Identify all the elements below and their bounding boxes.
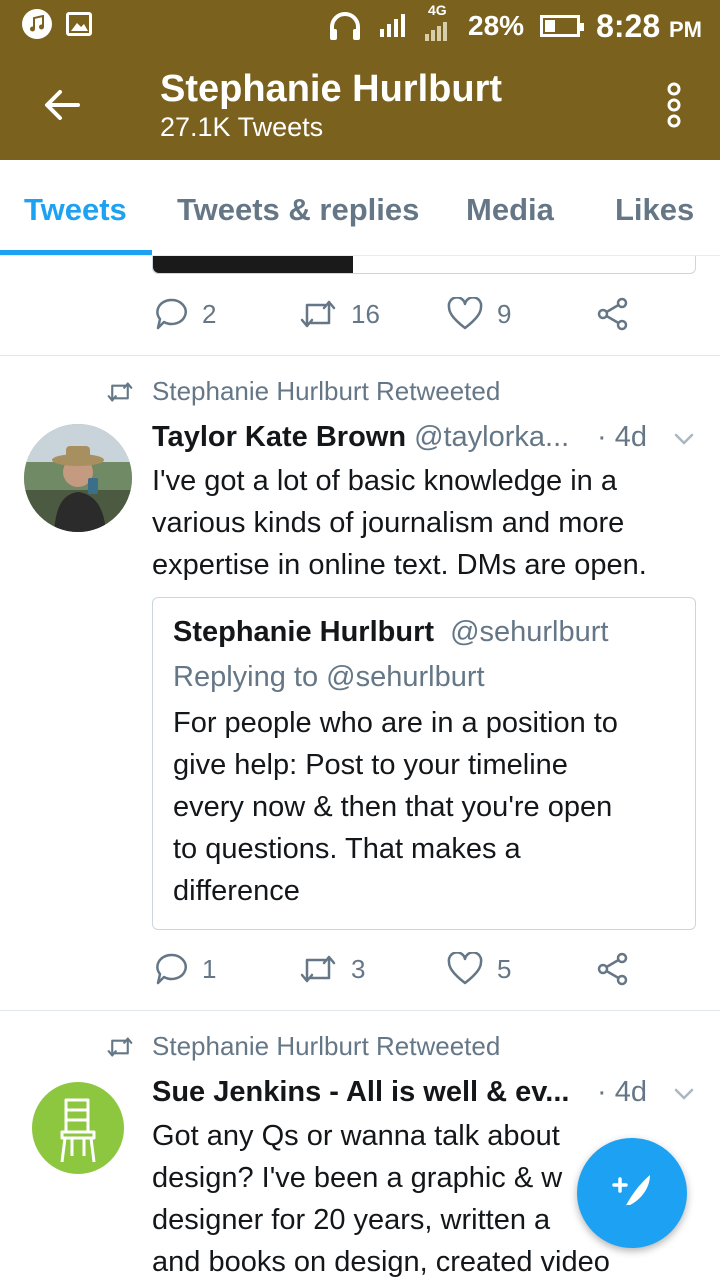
share-button[interactable] [596, 297, 630, 331]
quoted-text-line: difference [173, 875, 300, 907]
back-button[interactable] [38, 80, 88, 130]
like-icon [447, 952, 483, 985]
retweet-icon [300, 955, 336, 983]
tweet-media-preview[interactable] [152, 256, 696, 274]
compose-tweet-button[interactable] [577, 1138, 687, 1248]
battery-fill [545, 20, 555, 32]
tweet-text-line: I've got a lot of basic knowledge in a [152, 465, 617, 497]
reply-button[interactable]: 1 [154, 952, 216, 986]
retweet-count: 3 [351, 953, 366, 984]
status-bar: 4G 28% 8:28 PM [0, 0, 720, 50]
tweet-text: I've got a lot of basic knowledge in a v… [152, 460, 700, 586]
quoted-text-line: to questions. That makes a [173, 833, 521, 865]
like-count: 9 [497, 298, 512, 329]
image-icon [66, 12, 92, 36]
author-handle[interactable]: @taylorka... [414, 421, 569, 454]
tweet-header: Taylor Kate Brown @taylorka... · 4d [152, 421, 700, 454]
retweeted-by: Stephanie Hurlburt Retweeted [106, 1031, 500, 1062]
battery-percent: 28% [468, 10, 525, 41]
retweeted-by: Stephanie Hurlburt Retweeted [106, 376, 500, 407]
clock-ampm: PM [669, 16, 702, 42]
more-vertical-icon [667, 82, 681, 128]
tweet-time: · 4d [597, 1076, 647, 1108]
replying-to: Replying to @sehurlburt [173, 661, 485, 693]
clock: 8:28 PM [596, 8, 702, 45]
like-button[interactable]: 5 [447, 952, 511, 986]
tweet-divider [0, 1010, 720, 1011]
headphones-icon [330, 12, 361, 40]
compose-icon [612, 1175, 650, 1213]
author-name[interactable]: Sue Jenkins - All is well & ev... [152, 1076, 569, 1109]
avatar[interactable] [32, 1082, 124, 1174]
retweet-small-icon [107, 1036, 133, 1057]
like-icon [447, 297, 483, 330]
chevron-down-icon[interactable] [672, 427, 696, 451]
tab-tweets-replies[interactable]: Tweets & replies [177, 192, 419, 228]
tweet-divider [0, 355, 720, 356]
tweet-text-line: expertise in online text. DMs are open. [152, 549, 647, 581]
status-right: 4G 28% 8:28 PM [328, 2, 702, 46]
tweet-text-line: and books on design, created video [152, 1246, 610, 1278]
author-name[interactable]: Taylor Kate Brown [152, 421, 406, 454]
tab-tweets[interactable]: Tweets [24, 192, 127, 228]
retweeted-by-label: Stephanie Hurlburt Retweeted [152, 376, 501, 406]
reply-icon [156, 298, 187, 330]
active-tab-indicator [0, 250, 152, 255]
quoted-tweet-header: Stephanie Hurlburt @sehurlburt [173, 616, 608, 649]
quoted-author-handle: @sehurlburt [450, 616, 609, 648]
tab-media[interactable]: Media [466, 192, 554, 228]
media-image [153, 256, 353, 273]
reply-icon [156, 953, 187, 985]
music-icon [22, 9, 52, 39]
retweet-count: 16 [351, 298, 380, 329]
network-label: 4G [428, 2, 447, 18]
like-count: 5 [497, 953, 512, 984]
back-arrow-icon [45, 90, 80, 120]
tweet-header: Sue Jenkins - All is well & ev... · 4d [152, 1076, 700, 1109]
more-options-button[interactable] [664, 80, 684, 130]
clock-time: 8:28 [596, 7, 661, 44]
profile-tabs: Tweets Tweets & replies Media Likes [0, 160, 720, 256]
profile-header: Stephanie Hurlburt 27.1K Tweets [0, 50, 720, 160]
quoted-author-name: Stephanie Hurlburt [173, 616, 435, 648]
share-icon [597, 297, 628, 331]
signal-icon [380, 14, 406, 37]
chevron-down-icon[interactable] [672, 1082, 696, 1106]
tweet-count: 27.1K Tweets [160, 112, 324, 142]
quoted-text-line: every now & then that you're open [173, 791, 613, 823]
reply-count: 1 [202, 953, 217, 984]
quoted-tweet-text: For people who are in a position to give… [173, 702, 683, 912]
retweeted-by-label: Stephanie Hurlburt Retweeted [152, 1031, 501, 1061]
chair-icon [60, 1098, 96, 1163]
network-indicator: 4G [424, 2, 452, 46]
tweet-text-line: various kinds of journalism and more [152, 507, 625, 539]
share-icon [597, 952, 628, 986]
reply-button[interactable]: 2 [154, 297, 216, 331]
quoted-text-line: For people who are in a position to [173, 707, 618, 739]
tab-likes[interactable]: Likes [615, 192, 694, 228]
like-button[interactable]: 9 [447, 297, 511, 331]
retweet-button[interactable]: 3 [299, 952, 365, 986]
quoted-tweet[interactable]: Stephanie Hurlburt @sehurlburt Replying … [152, 597, 696, 930]
retweet-small-icon [107, 381, 133, 402]
tweet-time: · 4d [597, 421, 647, 453]
reply-count: 2 [202, 298, 217, 329]
quoted-text-line: give help: Post to your timeline [173, 749, 568, 781]
retweet-button[interactable]: 16 [299, 297, 380, 331]
battery-icon [540, 15, 585, 37]
share-button[interactable] [596, 952, 630, 986]
retweet-icon [300, 300, 336, 328]
avatar[interactable] [24, 424, 132, 532]
page-title: Stephanie Hurlburt [160, 68, 503, 110]
status-left [22, 9, 92, 39]
